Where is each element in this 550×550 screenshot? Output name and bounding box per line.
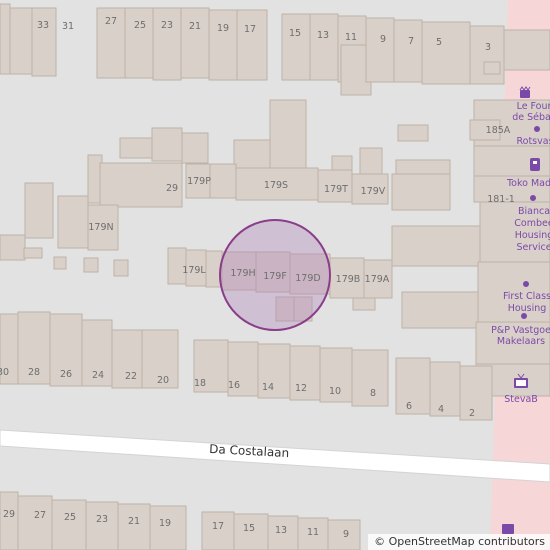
house-number: 20 — [157, 375, 169, 386]
shop-icon — [530, 158, 540, 171]
house-number: 25 — [134, 20, 146, 31]
house-number: 179V — [361, 186, 386, 197]
house-number: 23 — [161, 20, 173, 31]
house-number: 14 — [262, 382, 274, 393]
house-number: 27 — [34, 510, 46, 521]
house-number: 10 — [329, 386, 341, 397]
house-number: 13 — [275, 525, 287, 536]
house-number: 19 — [159, 518, 171, 529]
buildings-top-row — [0, 3, 550, 96]
house-number: 23 — [96, 514, 108, 525]
poi-label: Housing — [515, 230, 550, 241]
house-number: 21 — [128, 516, 140, 527]
office-dot-icon — [521, 313, 527, 319]
house-number: 6 — [406, 401, 412, 412]
house-number: 15 — [289, 28, 301, 39]
house-number: 31 — [62, 21, 74, 32]
poi-bottom-right[interactable] — [502, 524, 514, 534]
house-number: 19 — [217, 23, 229, 34]
poi-label: P&P Vastgoe — [491, 325, 550, 336]
poi-label: Combee — [514, 218, 550, 229]
house-number: 11 — [345, 32, 357, 43]
house-number: 26 — [60, 369, 72, 380]
house-number: 179P — [187, 176, 211, 187]
house-number: 179S — [264, 180, 288, 191]
poi-label: Service — [516, 242, 550, 253]
house-number: 9 — [380, 34, 386, 45]
poi-label: Makelaars — [497, 336, 545, 347]
house-number: 179A — [365, 274, 390, 285]
house-number: 18 — [194, 378, 206, 389]
house-number: 9 — [343, 529, 349, 540]
poi-label: Le Four — [517, 101, 550, 112]
house-number: 33 — [37, 20, 49, 31]
office-dot-icon — [530, 195, 536, 201]
house-number: 12 — [295, 383, 307, 394]
copyright-symbol: © — [374, 535, 386, 548]
house-number: 5 — [436, 37, 442, 48]
house-number: 17 — [212, 521, 224, 532]
house-number: 8 — [370, 388, 376, 399]
house-number: 181-1 — [487, 194, 515, 205]
house-number: 179D — [295, 273, 320, 284]
attribution: © OpenStreetMap contributors — [368, 534, 550, 550]
house-number: 29 — [3, 509, 15, 520]
house-number: 185A — [486, 125, 511, 136]
bakery-icon — [519, 86, 531, 98]
house-number: 29 — [166, 183, 178, 194]
house-number: 179H — [230, 268, 255, 279]
poi-label: de Sébas — [512, 112, 550, 123]
house-number: 27 — [105, 16, 117, 27]
house-number: 21 — [189, 21, 201, 32]
house-number: 179T — [324, 184, 348, 195]
house-number: 28 — [28, 367, 40, 378]
house-number: 3 — [485, 42, 491, 53]
poi-label: First Class — [503, 291, 550, 302]
house-number: 4 — [438, 404, 444, 415]
office-dot-icon — [523, 281, 529, 287]
poi-label: Housing — [508, 303, 547, 314]
house-number: 15 — [243, 523, 255, 534]
house-number: 179L — [182, 265, 206, 276]
house-number: 24 — [92, 370, 104, 381]
house-number: 179N — [88, 222, 113, 233]
attribution-link[interactable]: OpenStreetMap contributors — [389, 535, 545, 548]
map-view[interactable]: 33 31 27 25 23 21 19 17 15 13 11 9 7 5 3… — [0, 0, 550, 550]
house-number: 7 — [408, 36, 414, 47]
house-number: 11 — [307, 527, 319, 538]
poi-label: Toko Mad — [506, 178, 550, 189]
map-canvas[interactable]: 33 31 27 25 23 21 19 17 15 13 11 9 7 5 3… — [0, 0, 550, 550]
house-number: 179B — [336, 274, 361, 285]
house-number: 25 — [64, 512, 76, 523]
house-number: 2 — [469, 408, 475, 419]
shop-icon — [502, 524, 514, 534]
buildings-bottom-row — [0, 491, 361, 550]
house-number: 30 — [0, 367, 9, 378]
house-number: 179F — [263, 271, 287, 282]
house-number: 13 — [317, 30, 329, 41]
poi-label: StevaB — [504, 394, 538, 405]
office-dot-icon — [534, 126, 540, 132]
house-number: 17 — [244, 24, 256, 35]
house-number: 22 — [125, 371, 137, 382]
poi-label: Bianca — [518, 206, 550, 217]
house-number: 16 — [228, 380, 240, 391]
poi-label: Rotsvas — [516, 136, 550, 147]
